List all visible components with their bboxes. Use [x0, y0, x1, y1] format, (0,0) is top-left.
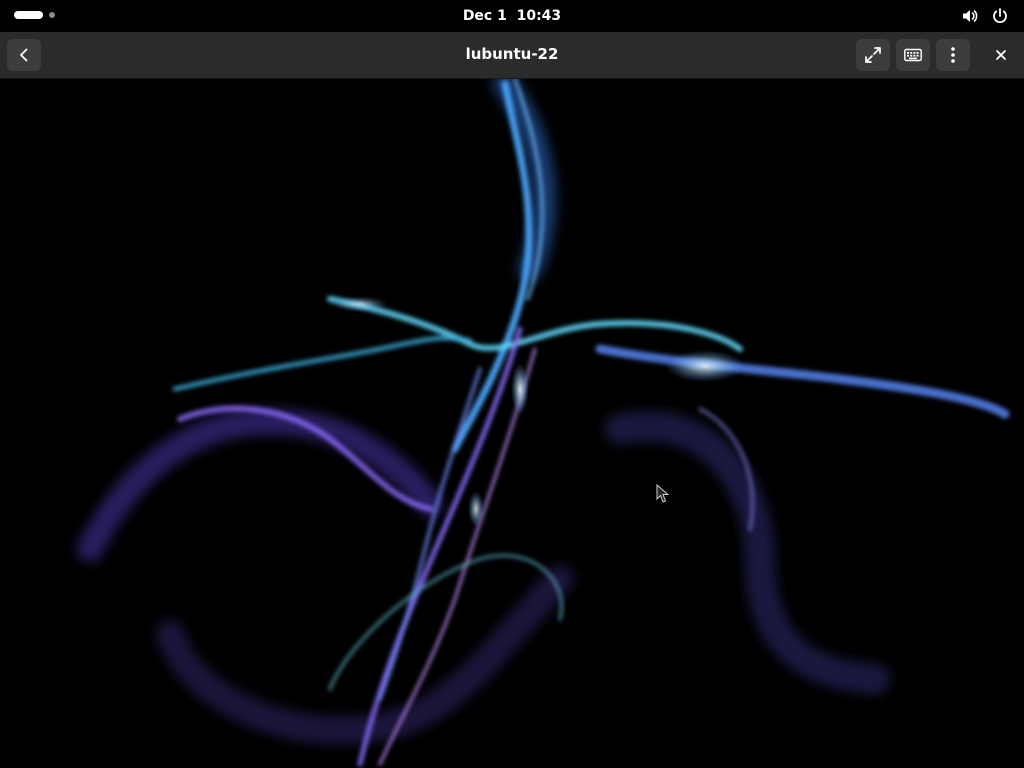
more-options-icon [951, 47, 955, 63]
activities-button[interactable] [14, 11, 55, 19]
close-icon [996, 50, 1006, 60]
system-tray[interactable] [960, 6, 1010, 26]
back-button[interactable] [7, 39, 41, 71]
remote-desktop-view[interactable] [0, 79, 1024, 768]
active-workspace-indicator [14, 11, 43, 19]
fullscreen-button[interactable] [856, 39, 890, 71]
close-button[interactable] [984, 39, 1018, 71]
header-bar: lubuntu-22 [0, 32, 1024, 79]
top-bar: Dec 1 10:43 [0, 0, 1024, 32]
power-icon[interactable] [990, 6, 1010, 26]
menu-button[interactable] [936, 39, 970, 71]
workspace-indicator [49, 12, 55, 18]
clock: Dec 1 10:43 [0, 0, 1024, 32]
keyboard-icon [904, 48, 922, 62]
clock-time[interactable]: 10:43 [517, 8, 562, 24]
mouse-cursor-icon [656, 484, 670, 503]
back-arrow-icon [20, 48, 28, 62]
screensaver-light-ribbons [77, 79, 1010, 767]
clock-date[interactable]: Dec 1 [463, 8, 507, 24]
keyboard-button[interactable] [896, 39, 930, 71]
volume-icon[interactable] [960, 6, 980, 26]
fullscreen-icon [865, 47, 881, 63]
